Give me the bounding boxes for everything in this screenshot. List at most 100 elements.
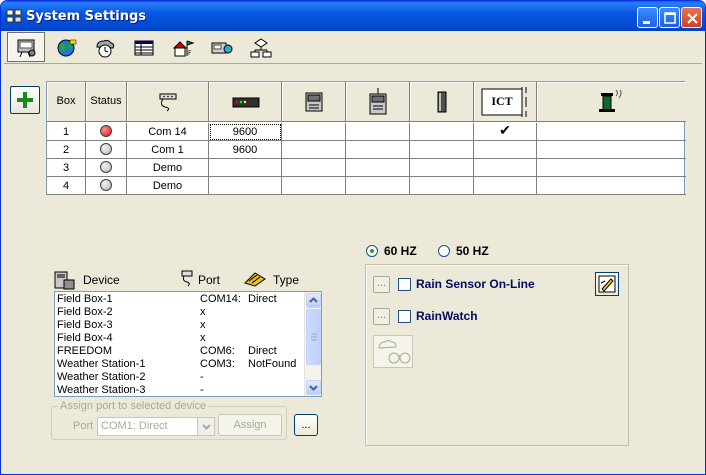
- tool-house-flags[interactable]: F: [163, 32, 201, 62]
- device-port: x: [200, 332, 206, 344]
- cell-port[interactable]: Com 14: [127, 123, 209, 141]
- col-header-baud[interactable]: [209, 82, 282, 122]
- binoculars-cloud-icon: [378, 340, 411, 364]
- close-icon: [687, 13, 698, 24]
- rain-sensor-checkbox[interactable]: [398, 278, 411, 291]
- rainwatch-checkbox[interactable]: [398, 310, 411, 323]
- cell-status[interactable]: [86, 177, 127, 195]
- cell-field-box[interactable]: [346, 123, 410, 141]
- box-grid[interactable]: Box Status ICT 1 Com 14 9600 ✔ 2 Com 1 9…: [46, 81, 686, 195]
- cell-box[interactable]: 4: [47, 177, 86, 195]
- cell-field-box[interactable]: [346, 141, 410, 159]
- cell-radio-box[interactable]: [282, 159, 346, 177]
- cell-cylinder[interactable]: [410, 159, 474, 177]
- cell-baud[interactable]: 9600: [209, 123, 282, 141]
- tool-weather-clock[interactable]: [85, 32, 123, 62]
- device-port: COM6:: [200, 345, 235, 357]
- select-arrow[interactable]: [197, 418, 214, 435]
- tool-serial-port[interactable]: [7, 32, 45, 62]
- port-select-value: COM1: Direct: [101, 420, 168, 432]
- cell-radio-box[interactable]: [282, 141, 346, 159]
- cell-status[interactable]: [86, 141, 127, 159]
- port-col-label: Port: [198, 273, 221, 287]
- cell-baud[interactable]: 9600: [209, 141, 282, 159]
- chevron-down-icon: [309, 385, 318, 391]
- cell-radio-box[interactable]: [282, 123, 346, 141]
- port-select[interactable]: COM1: Direct: [97, 417, 215, 436]
- add-box-button[interactable]: [10, 86, 40, 114]
- tool-globe[interactable]: [46, 32, 84, 62]
- radio-60hz-label[interactable]: 60 HZ: [384, 244, 417, 258]
- globe-icon: [57, 39, 77, 57]
- cell-ict[interactable]: [474, 141, 537, 159]
- cell-cylinder[interactable]: [410, 177, 474, 195]
- radio-50hz[interactable]: [438, 245, 450, 257]
- serial-cable-icon: [159, 93, 177, 112]
- cell-baud[interactable]: [209, 177, 282, 195]
- scroll-up-button[interactable]: [306, 293, 321, 308]
- cell-wireless[interactable]: [537, 141, 686, 159]
- svg-text:F: F: [188, 50, 192, 57]
- plus-icon: [17, 92, 33, 108]
- device-name: Field Box-4: [57, 332, 113, 344]
- col-header-radio-box[interactable]: [282, 82, 346, 122]
- radio-60hz[interactable]: [366, 245, 378, 257]
- cell-baud-text: 9600: [232, 144, 258, 156]
- cell-port[interactable]: Demo: [127, 159, 209, 177]
- cell-port-text: Com 14: [148, 126, 187, 138]
- cell-box-text: 4: [62, 180, 70, 192]
- cell-status[interactable]: [86, 123, 127, 141]
- rainwatch-label[interactable]: RainWatch: [416, 309, 478, 323]
- rain-binoculars-button[interactable]: [373, 335, 413, 368]
- scroll-down-button[interactable]: [306, 380, 321, 395]
- cell-ict[interactable]: [474, 159, 537, 177]
- cell-box[interactable]: 2: [47, 141, 86, 159]
- rainwatch-more-button[interactable]: ...: [373, 308, 390, 325]
- cell-radio-box[interactable]: [282, 177, 346, 195]
- device-list[interactable]: Field Box-1 COM14: Direct Field Box-2 x Field…: [54, 291, 322, 397]
- cell-port[interactable]: Demo: [127, 177, 209, 195]
- cell-baud[interactable]: [209, 159, 282, 177]
- tool-flowchart[interactable]: [241, 32, 279, 62]
- system-settings-window: System Settings F Box Status ICT 1 Com 1…: [0, 0, 706, 475]
- cell-wireless[interactable]: [537, 177, 686, 195]
- radio-box-icon: [305, 92, 323, 112]
- rain-panel: ... Rain Sensor On-Line ... RainWatch: [365, 264, 629, 446]
- scroll-thumb[interactable]: [306, 309, 321, 365]
- more-options-button[interactable]: ...: [294, 414, 318, 436]
- cell-field-box[interactable]: [346, 177, 410, 195]
- tool-controller[interactable]: [202, 32, 240, 62]
- type-col-label: Type: [273, 273, 300, 287]
- cell-field-box[interactable]: [346, 159, 410, 177]
- cell-ict[interactable]: ✔: [474, 122, 537, 141]
- cell-box[interactable]: 1: [47, 123, 86, 141]
- col-header-field-box[interactable]: [346, 82, 410, 122]
- col-header-status-label: Status: [90, 95, 122, 107]
- cell-wireless[interactable]: [537, 159, 686, 177]
- minimize-button[interactable]: [637, 7, 658, 28]
- flowchart-icon: [250, 38, 272, 58]
- cell-cylinder[interactable]: [410, 141, 474, 159]
- maximize-button[interactable]: [659, 7, 680, 28]
- cell-ict[interactable]: [474, 177, 537, 195]
- cell-wireless[interactable]: [537, 123, 686, 141]
- close-button[interactable]: [681, 7, 702, 28]
- tool-table[interactable]: [124, 32, 162, 62]
- cell-box[interactable]: 3: [47, 159, 86, 177]
- assign-button[interactable]: Assign: [218, 414, 282, 436]
- cell-port[interactable]: Com 1: [127, 141, 209, 159]
- device-list-scrollbar[interactable]: [304, 292, 321, 396]
- col-header-cylinder[interactable]: [410, 82, 474, 122]
- col-header-wireless[interactable]: [537, 82, 686, 122]
- edit-button[interactable]: [595, 272, 619, 296]
- rain-sensor-label[interactable]: Rain Sensor On-Line: [416, 277, 535, 291]
- col-header-ict[interactable]: ICT: [474, 82, 537, 122]
- cell-status[interactable]: [86, 159, 127, 177]
- col-header-port[interactable]: [127, 82, 209, 122]
- title-bar[interactable]: System Settings: [1, 1, 705, 31]
- rain-sensor-more-button[interactable]: ...: [373, 276, 390, 293]
- radio-50hz-label[interactable]: 50 HZ: [456, 244, 489, 258]
- col-header-status[interactable]: Status: [86, 82, 127, 122]
- cell-cylinder[interactable]: [410, 123, 474, 141]
- col-header-box[interactable]: Box: [47, 82, 86, 122]
